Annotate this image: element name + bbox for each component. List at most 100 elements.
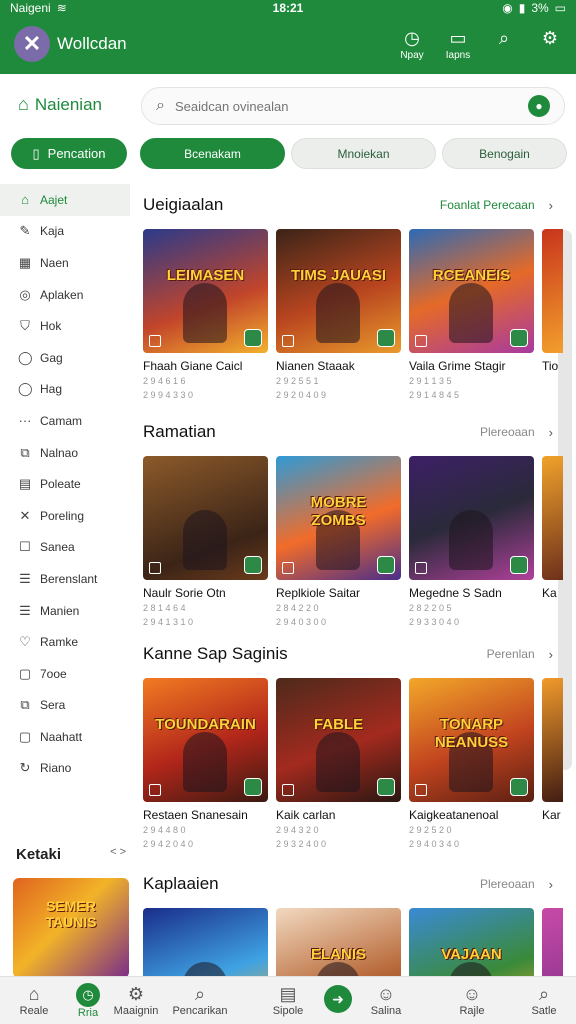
sidebar-item-label: Hag [40,382,63,397]
sidebar-item-aajet[interactable]: ⌂ Aajet [0,184,130,216]
platform-badge-icon [244,556,262,574]
sidebar-item-nalnao[interactable]: ⧉ Nalnao [0,437,130,469]
sidebar-featured-thumbnail[interactable]: SEMER TAUNIS [13,878,129,978]
phone-icon: ▯ [32,145,40,161]
search-icon: ⌕ [498,28,510,48]
expand-icon [282,784,294,796]
sidebar-item-label: Poleate [40,477,81,492]
app-logo[interactable]: ✕ [14,26,50,62]
disc-icon: ◎ [19,286,31,302]
game-meta: 2 8 4 2 2 0 [276,603,319,613]
expand-icon [415,562,427,574]
game-card[interactable]: Kar [542,678,563,850]
sidebar-item-label: Sanea [40,540,75,555]
voice-search-icon[interactable]: ● [528,95,550,117]
book-icon: ▤ [279,984,297,1004]
sidebar-item-riano[interactable]: ↻ Riano [0,753,130,785]
puzzle-icon: ⧉ [20,697,30,713]
game-card[interactable]: TOUNDARAIN Restaen Snanesain 2 9 4 4 8 0 2 … [143,678,268,850]
search-bar[interactable]: ⌕ ● [141,87,565,125]
header-action-iapns[interactable]: ▭ Iapns [444,28,472,61]
cross-icon: ✕ [19,507,31,523]
character-figure [183,732,227,792]
sidebar-primary-button[interactable]: ▯ Pencation [11,138,127,169]
game-card[interactable]: Ka [542,456,563,628]
game-art-title: LEIMASEN [166,267,245,284]
search-input[interactable] [174,98,518,114]
sidebar-item-poreling[interactable]: ✕ Poreling [0,500,130,532]
sidebar-item-label: Aplaken [40,287,84,302]
sidebar-item-label: Naen [40,255,69,270]
sidebar-item-poleate[interactable]: ▤ Poleate [0,468,130,500]
nav-item-maaignin[interactable]: ⚙ Maaignin [106,983,166,1017]
game-meta: 2 9 4 0 3 4 0 [409,839,460,849]
game-art-title: TONARP NEANUSS [434,716,509,751]
sidebar-item-ramke[interactable]: ♡ Ramke [0,626,130,658]
sidebar-item-berenslant[interactable]: ☰ Berenslant [0,563,130,595]
game-card[interactable]: FABLE Kaik carlan 2 9 4 3 2 0 2 9 3 2 4 0 0 [276,678,401,850]
nav-center-play-button[interactable]: ➜ [324,985,352,1013]
section-see-more-link[interactable]: Plereoaan › [480,877,553,892]
expand-icon [282,335,294,347]
content-section: Kanne Sap Saginis Perenlan › TOUNDARAIN Rest… [143,642,563,850]
sidebar-item-sera[interactable]: ⧉ Sera [0,690,130,722]
sidebar-item-label: Sera [40,698,66,713]
nav-item-label: Rria [77,1007,99,1019]
sidebar-heading[interactable]: ⌂ Naienian [18,94,102,115]
game-art-title: FABLE [313,716,364,733]
shield-icon: ⛉ [20,318,30,334]
clock-icon: ◷ [404,28,420,48]
sidebar-item-label: Aajet [40,192,68,207]
sidebar-item-gag[interactable]: ◯ Gag [0,342,130,374]
nav-item-satle[interactable]: ⌕ Satle [514,983,574,1017]
game-card[interactable]: RCEANEIS Vaila Grime Stagir 2 9 1 1 3 5 2 9… [409,229,534,401]
sidebar-item-aplaken[interactable]: ◎ Aplaken [0,279,130,311]
status-bar: Naigeni ≋ 18:21 ◉ ▮ 3% ▭ [0,0,576,16]
tab-benogain[interactable]: Benogain [442,138,567,169]
game-thumbnail [542,229,563,353]
sidebar-item-hag[interactable]: ◯ Hag [0,374,130,406]
section-see-more-link[interactable]: Plereoaan › [480,425,553,440]
game-card[interactable]: Tio [542,229,563,401]
platform-badge-icon [510,329,528,347]
nav-item-pencarikan[interactable]: ⌕ Pencarikan [170,983,230,1017]
game-card[interactable]: TONARP NEANUSS Kaigkeatanenoal 2 9 2 5 2 0… [409,678,534,850]
sidebar-item-sanea[interactable]: ☐ Sanea [0,532,130,564]
section-more-label: Plereoaan [479,877,535,891]
sidebar-item-manien[interactable]: ☰ Manien [0,595,130,627]
circle-icon: ◯ [18,381,33,397]
list-icon: ☰ [19,602,31,618]
game-card[interactable]: TIMS JAUASI Nianen Staaak 2 9 2 5 5 1 2 9 2… [276,229,401,401]
header-search-button[interactable]: ⌕ [490,28,518,50]
sidebar-item-label: Kaja [40,224,65,239]
game-card[interactable]: LEIMASEN Fhaah Giane Caicl 2 9 4 6 1 6 2 9 … [143,229,268,401]
game-card[interactable]: Megedne S Sadn 2 8 2 2 0 5 2 9 3 3 0 4 0 [409,456,534,628]
sidebar-item-naen[interactable]: ▦ Naen [0,247,130,279]
sidebar-section-arrows[interactable]: ˂ ˃ [110,846,126,863]
section-title: Ueigiaalan [143,195,224,214]
search-icon: ⌕ [194,984,206,1004]
nav-item-reale[interactable]: ⌂ Reale [4,983,64,1017]
grid-icon: ▦ [18,254,32,270]
sidebar-item-7ooe[interactable]: ▢ 7ooe [0,658,130,690]
game-card[interactable]: Naulr Sorie Otn 2 8 1 4 6 4 2 9 4 1 3 1 0 [143,456,268,628]
filter-tabs: Bcenakam Mnoiekan Benogain [140,138,567,169]
header-action-label: Npay [400,50,424,61]
nav-item-sipole[interactable]: ▤ Sipole [258,983,318,1017]
sidebar-item-camam[interactable]: ··· Camam [0,405,130,437]
game-title: Replkiole Saitar [276,586,361,600]
sidebar-item-hok[interactable]: ⛉ Hok [0,310,130,342]
header-action-npay[interactable]: ◷ Npay [398,28,426,61]
section-see-more-link[interactable]: Foanlat Perecaan › [440,198,553,213]
tab-mnoiekan[interactable]: Mnoiekan [291,138,436,169]
header-notification-button[interactable]: ⚙ [536,28,564,50]
game-card[interactable]: MOBRE ZOMBS Replkiole Saitar 2 8 4 2 2 0 2 … [276,456,401,628]
sidebar-item-naahatt[interactable]: ▢ Naahatt [0,721,130,753]
tab-bcenakam[interactable]: Bcenakam [140,138,285,169]
nav-item-salina[interactable]: ☺ Salina [356,983,416,1017]
section-see-more-link[interactable]: Perenlan › [487,647,553,662]
nav-item-rajle[interactable]: ☺ Rajle [442,983,502,1017]
sidebar-item-kaja[interactable]: ✎ Kaja [0,216,130,248]
section-more-label: Foanlat Perecaan [439,198,535,212]
box-icon: ☐ [19,539,31,555]
